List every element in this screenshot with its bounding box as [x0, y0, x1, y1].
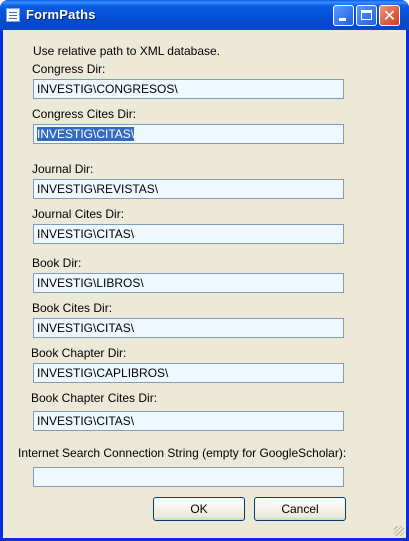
congress-cites-dir-label: Congress Cites Dir: [32, 107, 137, 121]
resize-grip-icon[interactable] [394, 526, 404, 536]
internet-search-input[interactable] [33, 467, 344, 487]
book-chapter-cites-dir-input[interactable]: INVESTIG\CITAS\ [33, 411, 344, 431]
book-chapter-dir-input[interactable]: INVESTIG\CAPLIBROS\ [33, 363, 344, 383]
form-icon [6, 8, 20, 22]
maximize-icon [361, 10, 372, 20]
journal-cites-dir-input[interactable]: INVESTIG\CITAS\ [33, 224, 344, 244]
congress-cites-dir-input[interactable]: INVESTIG\CITAS\ [33, 124, 344, 144]
book-chapter-cites-dir-label: Book Chapter Cites Dir: [31, 391, 158, 405]
close-button[interactable]: ✕ [379, 5, 400, 26]
book-chapter-dir-label: Book Chapter Dir: [31, 346, 127, 360]
selected-text: INVESTIG\CITAS\ [37, 127, 135, 141]
book-cites-dir-input[interactable]: INVESTIG\CITAS\ [33, 318, 344, 338]
form-body: Use relative path to XML database. Congr… [3, 30, 406, 538]
journal-cites-dir-label: Journal Cites Dir: [32, 207, 125, 221]
form-paths-window: FormPaths ✕ Use relative path to XML dat… [0, 0, 409, 541]
congress-dir-input[interactable]: INVESTIG\CONGRESOS\ [33, 79, 344, 99]
minimize-button[interactable] [333, 5, 354, 26]
close-icon: ✕ [382, 6, 397, 25]
journal-dir-input[interactable]: INVESTIG\REVISTAS\ [33, 179, 344, 199]
book-dir-input[interactable]: INVESTIG\LIBROS\ [33, 273, 344, 293]
congress-dir-label: Congress Dir: [32, 62, 106, 76]
cancel-button[interactable]: Cancel [254, 497, 346, 521]
internet-search-label: Internet Search Connection String (empty… [18, 446, 347, 460]
minimize-icon [339, 18, 346, 21]
journal-dir-label: Journal Dir: [32, 162, 94, 176]
book-dir-label: Book Dir: [32, 256, 82, 270]
maximize-button[interactable] [356, 5, 377, 26]
window-title: FormPaths [26, 7, 96, 22]
book-cites-dir-label: Book Cites Dir: [32, 301, 113, 315]
intro-text: Use relative path to XML database. [33, 44, 220, 58]
ok-button[interactable]: OK [153, 497, 245, 521]
title-bar[interactable]: FormPaths ✕ [0, 0, 409, 30]
